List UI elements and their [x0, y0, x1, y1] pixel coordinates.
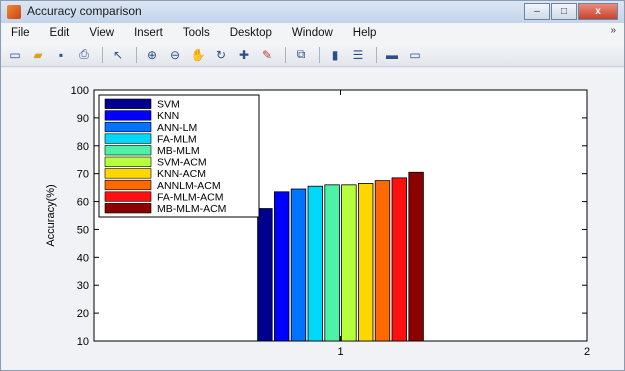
legend-entry: FA-MLM — [157, 133, 197, 145]
menu-file[interactable]: File — [1, 27, 40, 39]
menu-bar: File Edit View Insert Tools Desktop Wind… — [1, 23, 624, 43]
print-icon[interactable]: ⎙ — [74, 46, 94, 64]
bar-chart: 10 20 30 40 50 60 70 80 90 100 1 2 Accuracy(%) SVM… — [45, 85, 590, 358]
bar-svm-acm — [341, 184, 357, 342]
window-controls: – □ x — [523, 3, 618, 20]
bar-mb-mlm — [324, 184, 340, 342]
close-button[interactable]: x — [578, 3, 618, 20]
legend-swatch — [104, 110, 152, 121]
y-tick-label: 60 — [77, 197, 89, 209]
toolbar-separator — [376, 46, 377, 63]
menu-overflow-icon[interactable]: » — [610, 25, 616, 36]
bar-knn-acm — [357, 183, 374, 342]
legend-entry: MB-MLM — [157, 145, 200, 157]
legend-entry: KNN — [157, 110, 179, 122]
x-tick-label: 2 — [584, 346, 590, 358]
legend-entry: ANNLM-ACM — [157, 180, 221, 192]
legend-entry: FA-MLM-ACM — [157, 191, 224, 203]
pan-icon[interactable]: ✋ — [188, 46, 208, 64]
data-cursor-icon[interactable]: ✚ — [234, 46, 254, 64]
figure-canvas: 10 20 30 40 50 60 70 80 90 100 1 2 Accuracy(%) SVM… — [1, 68, 624, 370]
menu-tools[interactable]: Tools — [173, 27, 220, 39]
hide-plot-tools-icon[interactable]: ▬ — [382, 46, 402, 64]
bar-fa-mlm-acm — [391, 177, 408, 342]
figure-window: Accuracy comparison – □ x File Edit View… — [0, 0, 625, 371]
bar-knn — [273, 191, 290, 342]
legend-entry: MB-MLM-ACM — [157, 203, 226, 215]
x-tick-label: 1 — [337, 346, 343, 358]
toolbar-separator — [285, 46, 286, 63]
minimize-button[interactable]: – — [524, 3, 550, 20]
menu-insert[interactable]: Insert — [124, 27, 173, 39]
bar-svm — [257, 208, 273, 342]
show-plot-tools-icon[interactable]: ▭ — [405, 46, 425, 64]
bar-ann-lm — [290, 188, 307, 342]
rotate-3d-icon[interactable]: ↻ — [211, 46, 231, 64]
legend-swatch — [104, 179, 152, 191]
maximize-button[interactable]: □ — [551, 3, 577, 20]
zoom-in-icon[interactable]: ⊕ — [142, 46, 162, 64]
toolbar: ▭ ▰ ▪ ⎙ ↖ ⊕ ⊖ ✋ ↻ ✚ ✎ ⧉ ▮ ☰ ▬ ▭ — [1, 43, 624, 67]
toolbar-separator — [102, 46, 103, 63]
legend-swatch — [104, 156, 152, 167]
menu-desktop[interactable]: Desktop — [220, 27, 282, 39]
menu-edit[interactable]: Edit — [40, 27, 80, 39]
legend-entry: SVM-ACM — [157, 157, 207, 169]
brush-icon[interactable]: ✎ — [257, 46, 277, 64]
legend-swatch — [104, 145, 152, 156]
y-tick-label: 90 — [77, 113, 89, 125]
bar-fa-mlm — [307, 185, 324, 342]
bar-annlm-acm — [374, 180, 391, 342]
zoom-out-icon[interactable]: ⊖ — [165, 46, 185, 64]
title-bar: Accuracy comparison – □ x — [1, 1, 624, 23]
open-file-icon[interactable]: ▰ — [28, 46, 48, 64]
colorbar-icon[interactable]: ▮ — [325, 46, 345, 64]
legend-swatch — [104, 168, 152, 179]
y-tick-label: 30 — [77, 280, 89, 292]
legend-entry: KNN-ACM — [157, 168, 206, 180]
new-figure-icon[interactable]: ▭ — [5, 46, 25, 64]
legend-swatch — [104, 133, 152, 144]
legend-swatch — [104, 203, 152, 214]
y-tick-label: 10 — [77, 336, 89, 348]
legend-swatch — [104, 191, 152, 202]
menu-view[interactable]: View — [79, 27, 124, 39]
legend-swatch — [104, 121, 152, 133]
bar-mb-mlm-acm — [408, 171, 424, 342]
legend-entry: ANN-LM — [157, 122, 197, 134]
legend-entry: SVM — [157, 99, 180, 111]
y-tick-label: 20 — [77, 308, 89, 320]
y-tick-label: 80 — [77, 141, 89, 153]
menu-window[interactable]: Window — [282, 27, 343, 39]
legend[interactable]: SVMKNNANN-LMFA-MLMMB-MLMSVM-ACMKNN-ACMAN… — [98, 94, 260, 218]
save-icon[interactable]: ▪ — [51, 46, 71, 64]
toolbar-separator — [136, 46, 137, 63]
y-tick-label: 50 — [77, 224, 89, 236]
y-axis-label: Accuracy(%) — [45, 184, 57, 246]
legend-icon[interactable]: ☰ — [348, 46, 368, 64]
link-icon[interactable]: ⧉ — [291, 46, 311, 64]
matlab-icon — [7, 5, 21, 19]
pointer-icon[interactable]: ↖ — [108, 46, 128, 64]
y-tick-label: 40 — [77, 252, 89, 264]
menu-help[interactable]: Help — [343, 27, 387, 39]
y-tick-label: 100 — [71, 85, 89, 97]
y-tick-label: 70 — [77, 169, 89, 181]
toolbar-separator — [319, 46, 320, 63]
window-title: Accuracy comparison — [27, 4, 142, 18]
legend-swatch — [104, 98, 152, 109]
